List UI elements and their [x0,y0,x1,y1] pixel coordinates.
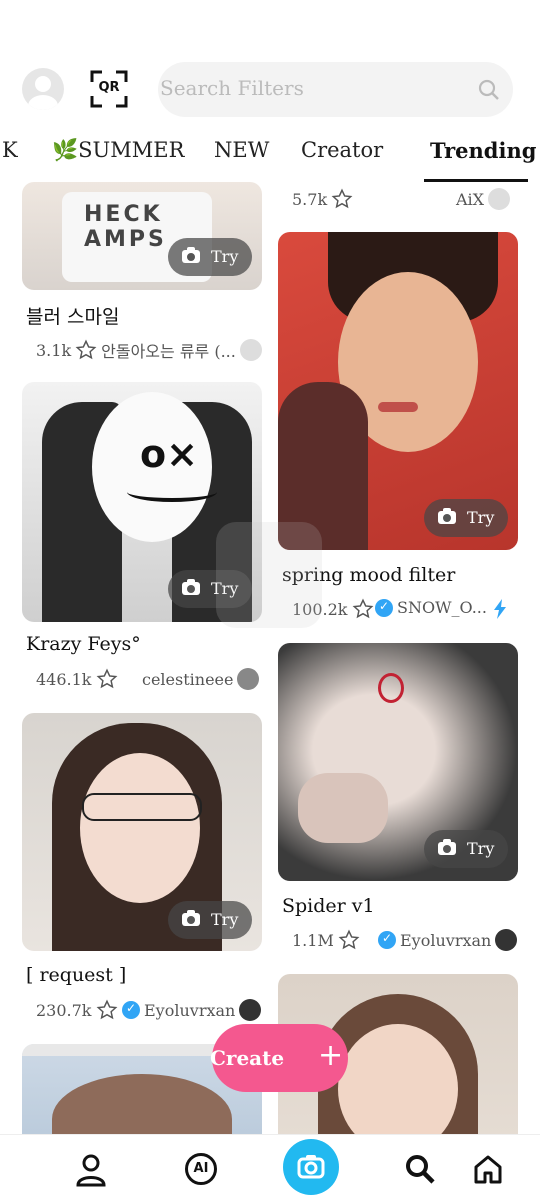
filter-stats: 3.1k 안돌아오는 류루 (... [36,338,262,362]
tab-active-indicator [424,179,528,182]
filter-title: Krazy Feys° [26,633,141,655]
camera-icon [297,1155,325,1179]
nav-home[interactable] [472,1153,508,1189]
try-button[interactable]: Try [168,901,252,939]
camera-icon [182,579,200,595]
create-label: Create [210,1046,285,1070]
creator-avatar[interactable] [239,999,262,1021]
search-icon [406,1155,435,1184]
creator-name[interactable]: celestineee [142,670,233,689]
tab-k[interactable]: K [2,138,18,162]
filter-creator[interactable]: Eyoluvrxan [378,929,518,951]
filter-creator[interactable]: SNOW_O... [375,598,487,617]
verified-badge-icon [122,1001,140,1019]
search-placeholder: Search Filters [160,76,304,100]
ai-icon: AI [185,1153,217,1185]
bottom-nav: AI [0,1134,540,1200]
tab-new[interactable]: NEW [214,138,269,162]
camera-icon [438,508,456,524]
star-icon[interactable] [352,598,374,620]
like-count: 1.1M [292,930,334,950]
verified-badge-icon [378,931,396,949]
watermark-logo [216,522,322,628]
filter-stats: 446.1k [36,668,118,690]
nav-camera-button[interactable] [283,1139,339,1195]
creator-name[interactable]: AiX [456,190,484,209]
home-icon [474,1155,502,1184]
camera-icon [182,247,200,263]
qr-label: QR [98,80,120,95]
star-icon[interactable] [96,999,118,1021]
try-button[interactable]: Try [424,830,508,868]
search-bar[interactable]: Search Filters [158,62,513,117]
creator-avatar[interactable] [495,929,518,951]
category-tabs: K 🌿SUMMER NEW Creator Trending [0,138,540,183]
creator-avatar[interactable] [237,668,260,690]
lightning-icon [494,599,506,619]
filter-title: Spider v1 [282,895,375,917]
filter-stats: 1.1M [292,929,360,951]
tab-trending[interactable]: Trending [430,138,536,163]
create-button[interactable]: Create + [210,1024,348,1092]
qr-scan-button[interactable]: QR [90,70,128,108]
filter-thumbnail[interactable]: Try [22,713,262,951]
filter-stats: 230.7k [36,999,118,1021]
creator-name[interactable]: 안돌아오는 류루 (... [101,338,236,362]
star-icon[interactable] [75,339,97,361]
profile-avatar[interactable] [22,68,64,110]
camera-icon [438,839,456,855]
tab-creator[interactable]: Creator [301,138,383,162]
filter-title: 블러 스마일 [26,306,120,328]
star-icon[interactable] [338,929,360,951]
try-label: Try [467,508,495,527]
star-icon[interactable] [331,188,353,210]
creator-avatar[interactable] [488,188,511,210]
try-label: Try [211,247,239,266]
creator-avatar[interactable] [239,339,262,361]
filter-stats: 5.7k [292,188,353,210]
like-count: 446.1k [36,669,92,689]
like-count: 3.1k [36,340,72,360]
try-label: Try [467,839,495,858]
try-label: Try [211,910,239,929]
nav-profile[interactable] [74,1153,110,1189]
creator-name[interactable]: Eyoluvrxan [144,1001,235,1020]
search-icon[interactable] [477,78,501,102]
filter-creator[interactable]: celestineee [142,668,260,690]
filter-thumbnail[interactable]: HECK AMPS Try [22,182,262,290]
like-count: 5.7k [292,189,328,209]
creator-name[interactable]: Eyoluvrxan [400,931,491,950]
nav-search[interactable] [404,1153,440,1189]
filter-title: [ request ] [26,964,127,986]
camera-icon [182,910,200,926]
try-button[interactable]: Try [168,238,252,276]
nav-ai[interactable]: AI [185,1153,221,1189]
plus-icon: + [318,1038,344,1073]
try-button[interactable]: Try [424,499,508,537]
verified-badge-icon [375,598,393,617]
person-icon [76,1154,106,1187]
filter-thumbnail[interactable]: Try [278,643,518,881]
filter-creator[interactable]: AiX [456,188,511,210]
like-count: 230.7k [36,1000,92,1020]
tab-summer[interactable]: 🌿SUMMER [52,138,184,163]
filter-thumbnail[interactable]: Try [278,232,518,550]
creator-name[interactable]: SNOW_O... [397,598,487,617]
filter-creator[interactable]: Eyoluvrxan [122,999,262,1021]
star-icon[interactable] [96,668,118,690]
